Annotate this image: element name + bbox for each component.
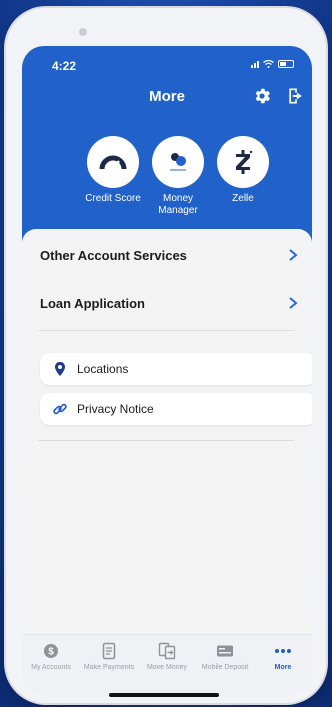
- tab-label: My Accounts: [31, 664, 71, 671]
- card-locations[interactable]: Locations: [40, 353, 312, 385]
- link-icon: [53, 403, 67, 415]
- tab-make-payments[interactable]: Make Payments: [80, 641, 138, 671]
- status-bar: 4:22: [22, 46, 312, 76]
- zelle-icon: [236, 150, 253, 174]
- tab-label: Move Money: [146, 664, 188, 671]
- more-dots-icon: [275, 649, 291, 653]
- shortcut-label: Zelle: [232, 193, 254, 204]
- zelle-circle[interactable]: [217, 136, 269, 188]
- status-icons: [251, 60, 294, 68]
- header: 4:22 More Credit Score Money Manager Zel…: [22, 46, 312, 246]
- row-label: Loan Application: [40, 296, 145, 311]
- shortcut-label: Money Manager: [158, 193, 198, 216]
- card-label: Locations: [77, 362, 129, 376]
- dollar-coin-icon: $: [44, 644, 58, 658]
- camera: [79, 28, 87, 36]
- card-label: Privacy Notice: [77, 402, 154, 416]
- credit-score-circle[interactable]: [87, 136, 139, 188]
- menu-list: Other Account Services Loan Application …: [22, 229, 312, 649]
- card-privacy-notice[interactable]: Privacy Notice: [40, 393, 312, 425]
- money-manager-circle[interactable]: [152, 136, 204, 188]
- status-time: 4:22: [52, 59, 77, 73]
- battery-icon: [278, 60, 294, 68]
- divider: [38, 440, 294, 441]
- tab-my-accounts[interactable]: $ My Accounts: [22, 641, 80, 671]
- phone-frame: 4:22 More Credit Score Money Manager Zel…: [6, 8, 326, 703]
- tab-bar: $ My Accounts Make Payments Move Money M…: [22, 634, 312, 694]
- logout-icon[interactable]: [286, 86, 306, 106]
- row-other-account-services[interactable]: Other Account Services: [22, 236, 312, 276]
- row-loan-application[interactable]: Loan Application: [22, 284, 312, 324]
- location-pin-icon: [55, 362, 65, 376]
- tab-move-money[interactable]: Move Money: [138, 641, 196, 671]
- tab-label: Make Payments: [83, 664, 135, 671]
- divider: [38, 330, 294, 331]
- gauge-icon: [99, 155, 127, 170]
- tab-more[interactable]: More: [254, 641, 312, 671]
- money-manager-icon: [170, 153, 186, 171]
- tab-mobile-deposit[interactable]: Mobile Deposit: [196, 641, 254, 671]
- chevron-right-icon: [289, 249, 298, 261]
- screen: 4:22 More Credit Score Money Manager Zel…: [22, 46, 312, 694]
- signal-icon: [251, 60, 259, 68]
- chevron-right-icon: [289, 297, 298, 309]
- transfer-icon: [158, 642, 176, 660]
- tab-label: More: [274, 664, 292, 671]
- invoice-icon: [102, 642, 116, 660]
- shortcut-zelle[interactable]: Zelle: [205, 136, 281, 205]
- wifi-icon: [263, 60, 274, 68]
- home-indicator[interactable]: [109, 693, 219, 697]
- svg-text:$: $: [48, 647, 54, 658]
- check-icon: [217, 645, 233, 657]
- row-label: Other Account Services: [40, 248, 187, 263]
- gear-icon[interactable]: [252, 86, 272, 106]
- tab-label: Mobile Deposit: [201, 664, 249, 671]
